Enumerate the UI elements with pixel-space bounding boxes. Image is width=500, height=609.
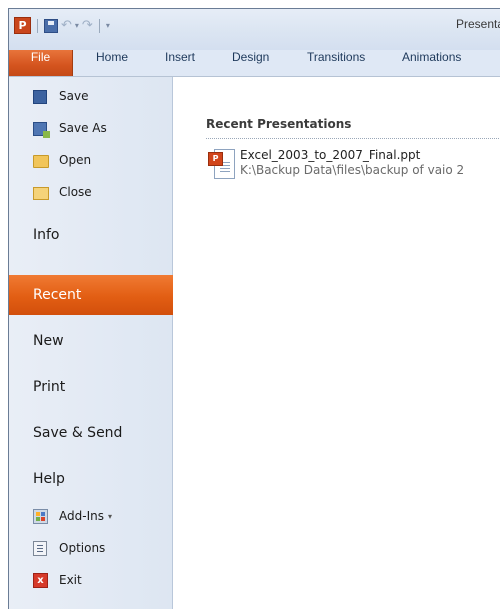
tab-file[interactable]: File (9, 50, 73, 76)
exit-command[interactable]: x Exit (9, 569, 196, 591)
add-ins-icon (33, 509, 48, 524)
customize-toolbar-icon[interactable]: ▾ (106, 19, 110, 33)
tab-design[interactable]: Design (232, 50, 269, 76)
recent-pane: Recent Presentations P Excel_2003_to_200… (173, 77, 500, 609)
tab-insert[interactable]: Insert (165, 50, 195, 76)
add-ins-command[interactable]: Add-Ins ▾ (9, 505, 196, 527)
backstage-tab-help[interactable]: Help (9, 459, 196, 499)
tab-animations[interactable]: Animations (402, 50, 461, 76)
save-icon[interactable] (44, 18, 58, 33)
tab-home[interactable]: Home (96, 50, 128, 76)
save-command[interactable]: Save (9, 85, 196, 107)
open-folder-icon (33, 155, 49, 168)
save-label: Save (59, 89, 89, 103)
chevron-down-icon: ▾ (107, 511, 112, 521)
toolbar-separator (98, 18, 100, 33)
exit-label: Exit (59, 573, 82, 587)
recent-presentations-heading: Recent Presentations (206, 117, 352, 131)
close-command[interactable]: Close (9, 181, 196, 203)
save-as-command[interactable]: Save As (9, 117, 196, 139)
tab-transitions[interactable]: Transitions (307, 50, 365, 76)
backstage-tab-info[interactable]: Info (9, 215, 196, 255)
toolbar-separator (37, 18, 38, 33)
backstage-navigation: Save Save As Open Close Info Recent New … (9, 77, 190, 609)
backstage-tab-recent[interactable]: Recent (9, 275, 190, 315)
recent-file-item[interactable]: P Excel_2003_to_2007_Final.ppt K:\Backup… (208, 145, 500, 191)
backstage-tab-new[interactable]: New (9, 321, 196, 361)
save-as-icon (33, 122, 50, 138)
powerpoint-window: P ↶ ▾ ↷ ▾ Presentation1 - Microsoft Powe… (8, 8, 500, 609)
quick-access-toolbar: P ↶ ▾ ↷ ▾ (14, 17, 110, 34)
options-icon (33, 541, 47, 556)
options-command[interactable]: Options (9, 537, 196, 559)
divider (206, 138, 500, 139)
redo-icon[interactable]: ↷ (82, 18, 93, 33)
ppt-file-icon: P (208, 149, 235, 179)
powerpoint-badge-icon: P (208, 152, 223, 166)
backstage-tab-print[interactable]: Print (9, 367, 196, 407)
title-bar: P ↶ ▾ ↷ ▾ Presentation1 - Microsoft Powe… (9, 9, 500, 50)
close-label: Close (59, 185, 92, 199)
powerpoint-logo-icon[interactable]: P (14, 17, 31, 34)
add-ins-label: Add-Ins (59, 509, 104, 523)
open-command[interactable]: Open (9, 149, 196, 171)
recent-file-path: K:\Backup Data\files\backup of vaio 2 (240, 163, 465, 177)
save-icon (33, 90, 47, 104)
ribbon-tabs: File Home Insert Design Transitions Anim… (9, 50, 500, 77)
close-folder-icon (33, 187, 49, 200)
open-label: Open (59, 153, 92, 167)
backstage-tab-save-and-send[interactable]: Save & Send (9, 413, 196, 453)
exit-icon: x (33, 573, 48, 588)
window-title: Presentation1 - Microsoft PowerPoint (456, 17, 500, 31)
undo-dropdown-icon[interactable]: ▾ (75, 19, 79, 33)
recent-file-name: Excel_2003_to_2007_Final.ppt (240, 148, 421, 162)
save-as-label: Save As (59, 121, 107, 135)
options-label: Options (59, 541, 106, 555)
backstage-tab-recent-label: Recent (33, 287, 82, 303)
undo-icon[interactable]: ↶ (61, 18, 72, 33)
